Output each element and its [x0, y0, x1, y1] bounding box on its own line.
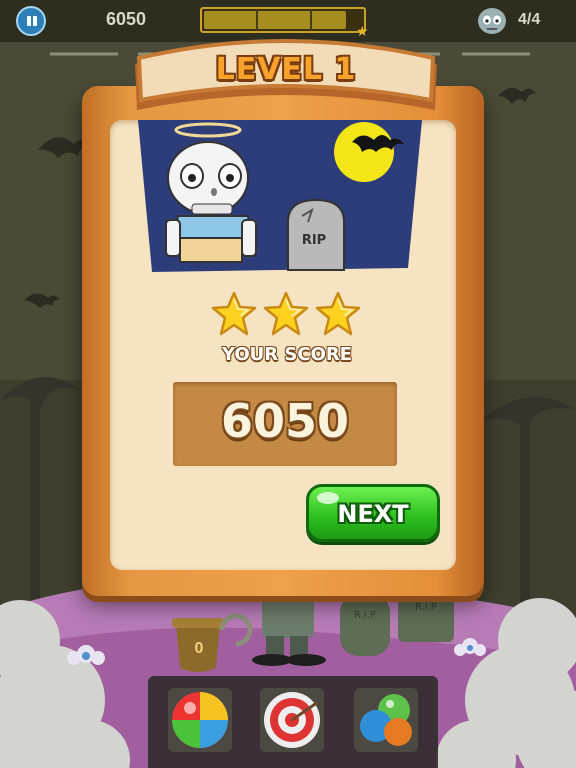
- pause-button[interactable]: [16, 6, 46, 36]
- progress-marker: [310, 9, 312, 31]
- target-icon: [264, 692, 320, 748]
- level-progress-fill: [204, 11, 346, 29]
- score-value: 6050: [220, 394, 350, 448]
- star-icon: [315, 291, 361, 336]
- star-icon: [263, 291, 309, 336]
- zombie-count: 4/4: [518, 11, 541, 28]
- zombie-head-icon: [478, 8, 506, 34]
- bubbles-icon: [360, 694, 412, 746]
- booster-bar: [148, 676, 438, 768]
- tombstone: RIP: [287, 198, 345, 271]
- tombstone-text: RIP: [302, 233, 326, 248]
- moon: [334, 122, 394, 182]
- star-icon: [211, 291, 257, 336]
- tombstone-text: R.I.P: [354, 610, 376, 621]
- progress-marker: [256, 9, 258, 31]
- target-booster[interactable]: [260, 688, 324, 752]
- next-button[interactable]: NEXT: [306, 484, 440, 542]
- level-illustration: RIP: [138, 120, 422, 272]
- next-button-label: NEXT: [337, 500, 409, 528]
- level-title: LEVEL 1: [215, 52, 357, 87]
- level-progress-bar: [200, 7, 366, 33]
- rainbow-ball-icon: [172, 692, 228, 748]
- pot-count: 0: [194, 640, 204, 657]
- hud-score: 6050: [106, 9, 147, 29]
- rainbow-ball-booster[interactable]: [168, 688, 232, 752]
- star-rating: [210, 290, 362, 338]
- score-label: YOUR SCORE: [221, 344, 353, 365]
- score-box: 6050: [173, 382, 397, 466]
- color-bubbles-booster[interactable]: [354, 688, 418, 752]
- tombstone-text: R.I.P: [415, 602, 437, 613]
